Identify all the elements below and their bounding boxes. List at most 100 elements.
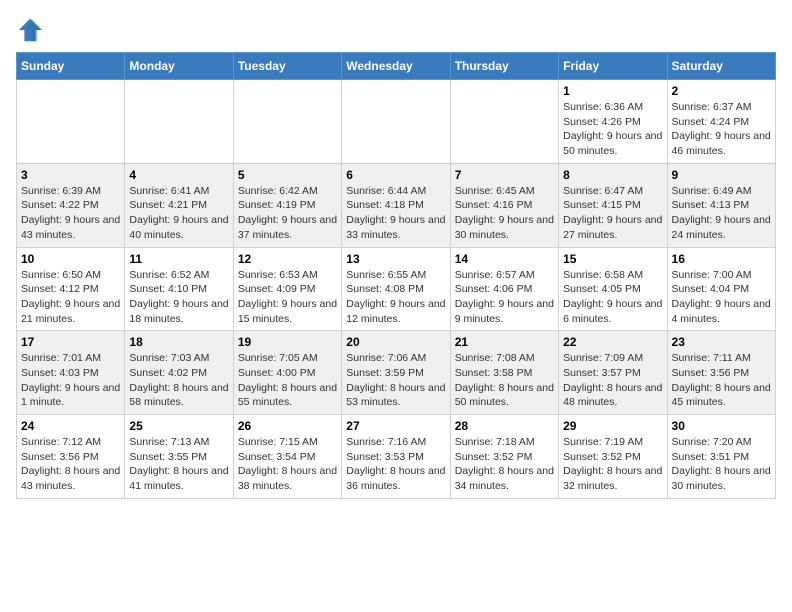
day-number: 20 [346, 335, 445, 349]
day-info: Sunrise: 7:06 AM Sunset: 3:59 PM Dayligh… [346, 351, 445, 410]
day-number: 2 [672, 84, 771, 98]
calendar-header-saturday: Saturday [667, 53, 775, 80]
calendar-cell: 4 Sunrise: 6:41 AM Sunset: 4:21 PM Daylig… [125, 163, 233, 247]
calendar-week-row: 3 Sunrise: 6:39 AM Sunset: 4:22 PM Daylig… [17, 163, 776, 247]
calendar-week-row: 24 Sunrise: 7:12 AM Sunset: 3:56 PM Dayli… [17, 415, 776, 499]
calendar-cell: 3 Sunrise: 6:39 AM Sunset: 4:22 PM Daylig… [17, 163, 125, 247]
calendar-cell: 19Sunrise: 7:05 AM Sunset: 4:00 PM Dayli… [233, 331, 341, 415]
day-number: 17 [21, 335, 120, 349]
day-number: 4 [129, 168, 228, 182]
day-info: Sunrise: 6:47 AM Sunset: 4:15 PM Dayligh… [563, 184, 662, 243]
calendar-header-wednesday: Wednesday [342, 53, 450, 80]
calendar-cell: 21 Sunrise: 7:08 AM Sunset: 3:58 PM Dayli… [450, 331, 558, 415]
day-number: 6 [346, 168, 445, 182]
day-info: Sunrise: 7:11 AM Sunset: 3:56 PM Dayligh… [672, 351, 771, 410]
calendar-cell: 17 Sunrise: 7:01 AM Sunset: 4:03 PM Dayli… [17, 331, 125, 415]
calendar-header-sunday: Sunday [17, 53, 125, 80]
calendar-cell: 24 Sunrise: 7:12 AM Sunset: 3:56 PM Dayli… [17, 415, 125, 499]
day-number: 5 [238, 168, 337, 182]
calendar-cell [125, 80, 233, 164]
day-info: Sunrise: 6:49 AM Sunset: 4:13 PM Dayligh… [672, 184, 771, 243]
calendar-cell: 16 Sunrise: 7:00 AM Sunset: 4:04 PM Dayli… [667, 247, 775, 331]
day-number: 23 [672, 335, 771, 349]
calendar-header-tuesday: Tuesday [233, 53, 341, 80]
calendar-week-row: 10 Sunrise: 6:50 AM Sunset: 4:12 PM Dayli… [17, 247, 776, 331]
calendar-cell: 30Sunrise: 7:20 AM Sunset: 3:51 PM Dayli… [667, 415, 775, 499]
calendar-header-monday: Monday [125, 53, 233, 80]
day-info: Sunrise: 6:50 AM Sunset: 4:12 PM Dayligh… [21, 268, 120, 327]
day-info: Sunrise: 7:05 AM Sunset: 4:00 PM Dayligh… [238, 351, 337, 410]
day-info: Sunrise: 6:41 AM Sunset: 4:21 PM Dayligh… [129, 184, 228, 243]
day-info: Sunrise: 6:58 AM Sunset: 4:05 PM Dayligh… [563, 268, 662, 327]
calendar-cell [342, 80, 450, 164]
day-info: Sunrise: 7:09 AM Sunset: 3:57 PM Dayligh… [563, 351, 662, 410]
calendar-cell: 10 Sunrise: 6:50 AM Sunset: 4:12 PM Dayli… [17, 247, 125, 331]
day-info: Sunrise: 6:57 AM Sunset: 4:06 PM Dayligh… [455, 268, 554, 327]
calendar-week-row: 17 Sunrise: 7:01 AM Sunset: 4:03 PM Dayli… [17, 331, 776, 415]
calendar-cell: 26Sunrise: 7:15 AM Sunset: 3:54 PM Dayli… [233, 415, 341, 499]
day-number: 21 [455, 335, 554, 349]
day-info: Sunrise: 6:53 AM Sunset: 4:09 PM Dayligh… [238, 268, 337, 327]
calendar-cell: 18 Sunrise: 7:03 AM Sunset: 4:02 PM Dayli… [125, 331, 233, 415]
day-info: Sunrise: 7:03 AM Sunset: 4:02 PM Dayligh… [129, 351, 228, 410]
day-number: 7 [455, 168, 554, 182]
calendar-cell: 9 Sunrise: 6:49 AM Sunset: 4:13 PM Daylig… [667, 163, 775, 247]
calendar-cell [233, 80, 341, 164]
calendar-cell: 14 Sunrise: 6:57 AM Sunset: 4:06 PM Dayli… [450, 247, 558, 331]
day-info: Sunrise: 7:18 AM Sunset: 3:52 PM Dayligh… [455, 435, 554, 494]
calendar-header-row: SundayMondayTuesdayWednesdayThursdayFrid… [17, 53, 776, 80]
day-number: 28 [455, 419, 554, 433]
calendar-cell [17, 80, 125, 164]
calendar-cell: 15 Sunrise: 6:58 AM Sunset: 4:05 PM Dayli… [559, 247, 667, 331]
day-number: 25 [129, 419, 228, 433]
day-number: 24 [21, 419, 120, 433]
calendar-cell: 27Sunrise: 7:16 AM Sunset: 3:53 PM Dayli… [342, 415, 450, 499]
day-info: Sunrise: 7:01 AM Sunset: 4:03 PM Dayligh… [21, 351, 120, 410]
calendar-cell: 8 Sunrise: 6:47 AM Sunset: 4:15 PM Daylig… [559, 163, 667, 247]
day-info: Sunrise: 7:08 AM Sunset: 3:58 PM Dayligh… [455, 351, 554, 410]
day-number: 29 [563, 419, 662, 433]
calendar-cell: 1 Sunrise: 6:36 AM Sunset: 4:26 PM Daylig… [559, 80, 667, 164]
day-info: Sunrise: 7:13 AM Sunset: 3:55 PM Dayligh… [129, 435, 228, 494]
day-info: Sunrise: 6:45 AM Sunset: 4:16 PM Dayligh… [455, 184, 554, 243]
day-number: 10 [21, 252, 120, 266]
calendar-cell: 11Sunrise: 6:52 AM Sunset: 4:10 PM Dayli… [125, 247, 233, 331]
day-number: 22 [563, 335, 662, 349]
calendar-cell: 25 Sunrise: 7:13 AM Sunset: 3:55 PM Dayli… [125, 415, 233, 499]
calendar-cell: 6 Sunrise: 6:44 AM Sunset: 4:18 PM Daylig… [342, 163, 450, 247]
calendar-cell: 23 Sunrise: 7:11 AM Sunset: 3:56 PM Dayli… [667, 331, 775, 415]
day-info: Sunrise: 6:37 AM Sunset: 4:24 PM Dayligh… [672, 100, 771, 159]
day-info: Sunrise: 7:00 AM Sunset: 4:04 PM Dayligh… [672, 268, 771, 327]
calendar-cell: 7 Sunrise: 6:45 AM Sunset: 4:16 PM Daylig… [450, 163, 558, 247]
day-number: 16 [672, 252, 771, 266]
day-number: 1 [563, 84, 662, 98]
day-number: 15 [563, 252, 662, 266]
day-info: Sunrise: 7:20 AM Sunset: 3:51 PM Dayligh… [672, 435, 771, 494]
calendar-cell: 2 Sunrise: 6:37 AM Sunset: 4:24 PM Daylig… [667, 80, 775, 164]
calendar-header-friday: Friday [559, 53, 667, 80]
day-number: 9 [672, 168, 771, 182]
page-header [16, 16, 776, 44]
calendar-cell: 13 Sunrise: 6:55 AM Sunset: 4:08 PM Dayli… [342, 247, 450, 331]
day-info: Sunrise: 7:19 AM Sunset: 3:52 PM Dayligh… [563, 435, 662, 494]
logo-icon [16, 16, 44, 44]
calendar-week-row: 1 Sunrise: 6:36 AM Sunset: 4:26 PM Daylig… [17, 80, 776, 164]
calendar-cell: 12Sunrise: 6:53 AM Sunset: 4:09 PM Dayli… [233, 247, 341, 331]
day-info: Sunrise: 7:15 AM Sunset: 3:54 PM Dayligh… [238, 435, 337, 494]
calendar-cell: 5Sunrise: 6:42 AM Sunset: 4:19 PM Daylig… [233, 163, 341, 247]
calendar-cell: 28 Sunrise: 7:18 AM Sunset: 3:52 PM Dayli… [450, 415, 558, 499]
day-number: 18 [129, 335, 228, 349]
day-info: Sunrise: 6:55 AM Sunset: 4:08 PM Dayligh… [346, 268, 445, 327]
logo [16, 16, 48, 44]
day-number: 13 [346, 252, 445, 266]
day-number: 8 [563, 168, 662, 182]
day-info: Sunrise: 7:12 AM Sunset: 3:56 PM Dayligh… [21, 435, 120, 494]
calendar-cell [450, 80, 558, 164]
day-number: 3 [21, 168, 120, 182]
day-info: Sunrise: 6:44 AM Sunset: 4:18 PM Dayligh… [346, 184, 445, 243]
calendar-header-thursday: Thursday [450, 53, 558, 80]
day-info: Sunrise: 6:36 AM Sunset: 4:26 PM Dayligh… [563, 100, 662, 159]
day-info: Sunrise: 6:39 AM Sunset: 4:22 PM Dayligh… [21, 184, 120, 243]
day-number: 14 [455, 252, 554, 266]
calendar-cell: 20 Sunrise: 7:06 AM Sunset: 3:59 PM Dayli… [342, 331, 450, 415]
